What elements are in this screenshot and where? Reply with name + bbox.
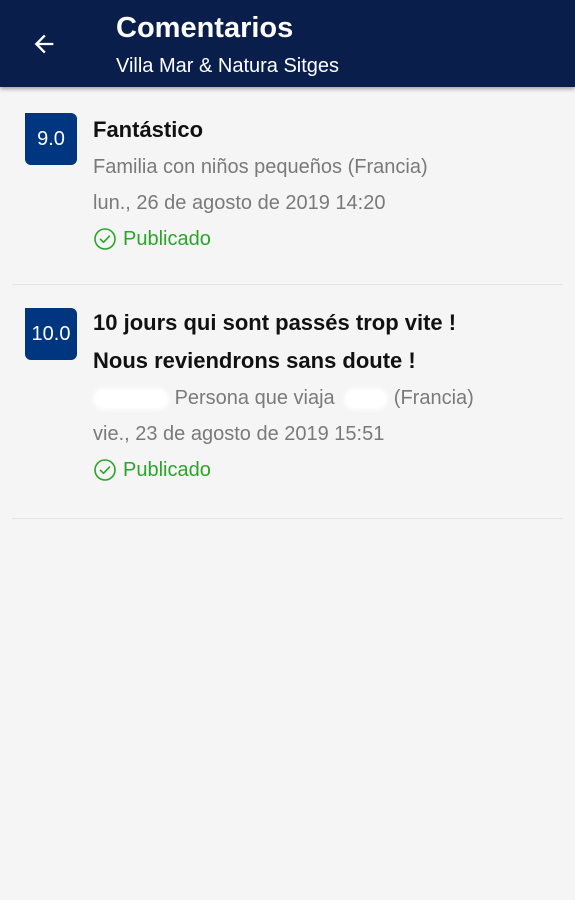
review-title: 10 jours qui sont passés trop vite ! Nou… xyxy=(93,304,555,380)
arrow-left-icon xyxy=(34,34,54,54)
status-published: Publicado xyxy=(93,221,555,257)
traveler-info: Familia con niños pequeños (Francia) xyxy=(93,156,428,178)
status-label: Publicado xyxy=(123,228,211,250)
traveler-type: Persona que viaja xyxy=(174,387,335,409)
review-content: Fantástico Familia con niños pequeños (F… xyxy=(93,117,555,257)
review-title-line: 10 jours qui sont passés trop vite ! xyxy=(93,310,457,335)
review-date: lun., 26 de agosto de 2019 14:20 xyxy=(93,192,386,214)
traveler-info: Persona que viaja (Francia) xyxy=(93,380,555,416)
page-subtitle: Villa Mar & Natura Sitges xyxy=(116,55,340,77)
reviews-list: 9.0 Fantástico Familia con niños pequeño… xyxy=(0,87,575,519)
score-badge: 10.0 xyxy=(25,308,77,360)
status-published: Publicado xyxy=(93,452,555,488)
back-button[interactable] xyxy=(20,22,68,66)
page-title: Comentarios xyxy=(116,12,294,44)
redacted-name xyxy=(93,387,169,410)
review-date: vie., 23 de agosto de 2019 15:51 xyxy=(93,423,385,445)
check-circle-icon xyxy=(94,228,116,250)
review-item[interactable]: 10.0 10 jours qui sont passés trop vite … xyxy=(12,285,563,519)
review-title: Fantástico xyxy=(93,117,204,142)
review-title-line: Nous reviendrons sans doute ! xyxy=(93,348,416,373)
score-badge: 9.0 xyxy=(25,113,77,165)
app-bar: Comentarios Villa Mar & Natura Sitges xyxy=(0,0,575,87)
review-content: 10 jours qui sont passés trop vite ! Nou… xyxy=(93,310,555,488)
check-circle-icon xyxy=(94,459,116,481)
status-label: Publicado xyxy=(123,459,211,481)
review-item[interactable]: 9.0 Fantástico Familia con niños pequeño… xyxy=(12,87,563,285)
traveler-country: (Francia) xyxy=(393,387,474,409)
redacted-text xyxy=(344,387,389,410)
